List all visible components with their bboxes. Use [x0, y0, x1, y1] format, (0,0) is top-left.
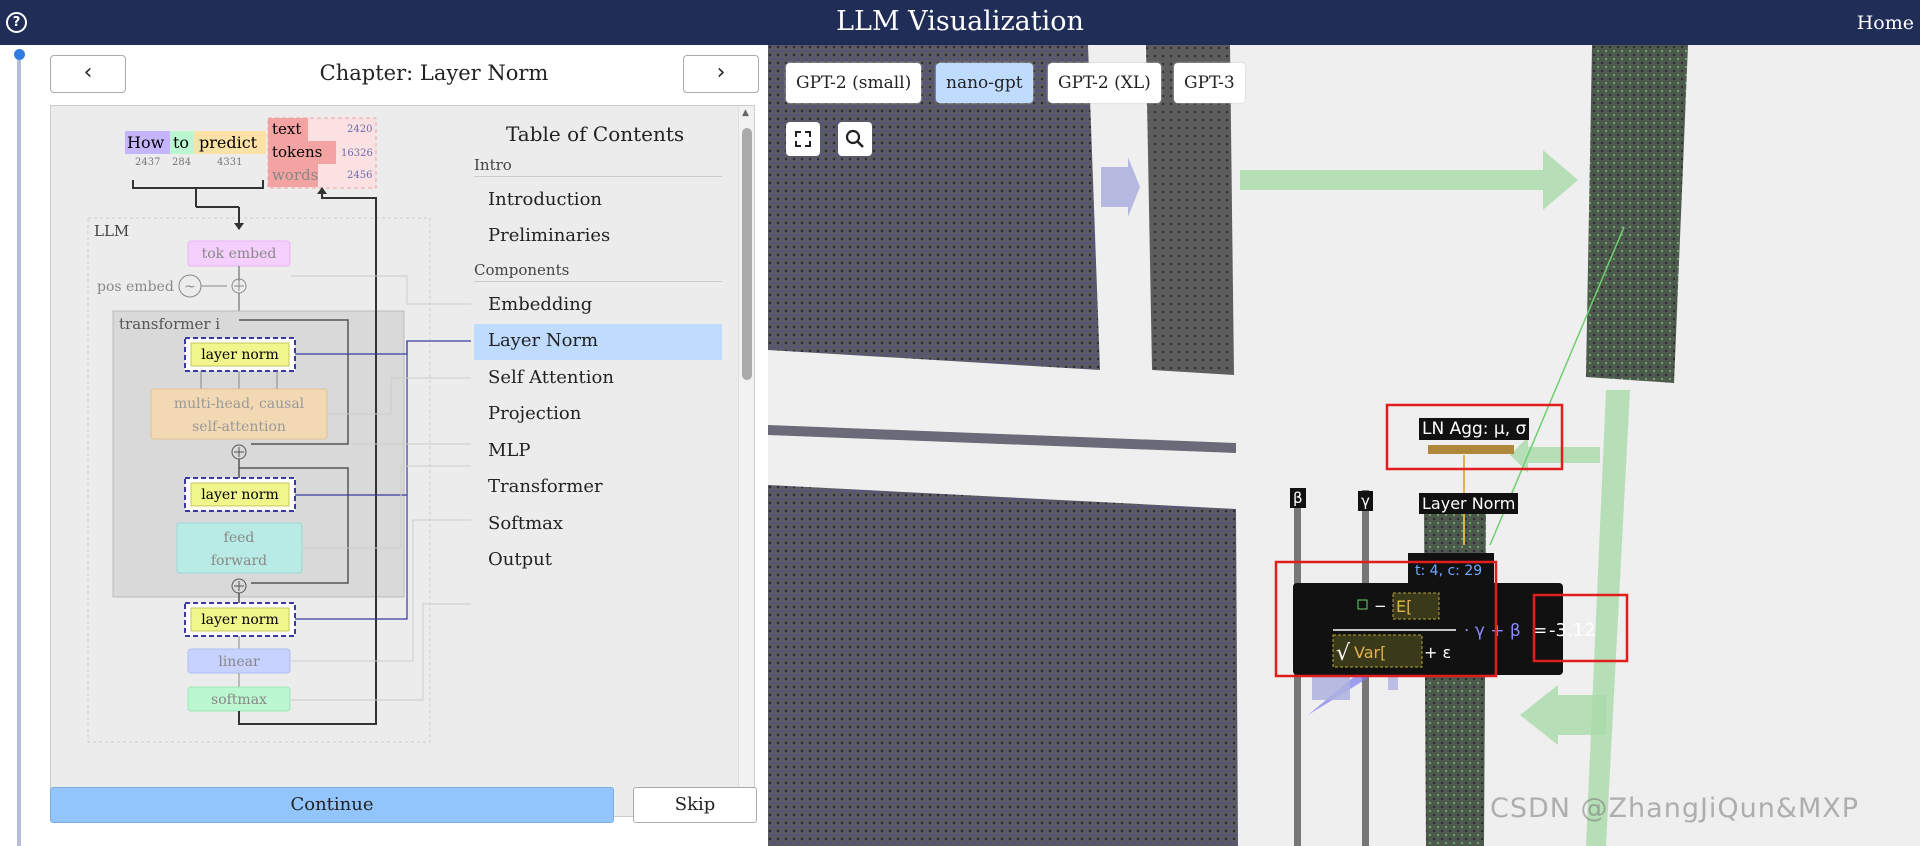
matrix-block-bottom-left[interactable] [768, 485, 1238, 846]
chapter-title: Chapter: Layer Norm [319, 61, 549, 85]
skip-button[interactable]: Skip [633, 787, 757, 823]
layer-norm-label: layer norm [201, 347, 279, 363]
tok-embed-label: tok embed [202, 246, 277, 262]
transformer-label: transformer i [119, 315, 220, 333]
beta-label: β [1290, 488, 1306, 508]
chapter-content[interactable]: How to predict 2437 284 4331 text tokens… [50, 105, 755, 817]
scene-canvas[interactable]: t: 4, c: 29 − E[ √ Var[ + ε · γ + β = -3… [768, 45, 1920, 846]
model-gpt2-xl-button[interactable]: GPT-2 (XL) [1048, 63, 1161, 103]
progress-rail[interactable] [17, 52, 21, 846]
formula-epsilon: + ε [1424, 643, 1451, 662]
token-id: 284 [172, 157, 191, 168]
llm-label: LLM [94, 222, 129, 240]
model-gpt3-button[interactable]: GPT-3 [1174, 63, 1245, 103]
token-id: 2437 [135, 157, 160, 168]
top-bar: ? LLM Visualization Home [0, 0, 1920, 45]
stat-value: 16326 [341, 148, 373, 159]
toc-item-mlp[interactable]: MLP [474, 434, 722, 470]
model-nano-gpt-button[interactable]: nano-gpt [936, 63, 1033, 103]
formula-variance: Var[ [1354, 643, 1386, 662]
toc-title: Table of Contents [506, 122, 685, 146]
feed-forward-label: feed [224, 530, 255, 546]
watermark: CSDN @ZhangJiQun&MXP [1490, 793, 1860, 824]
ln-agg-label: LN Agg: μ, σ [1419, 418, 1530, 440]
formula-result: -3.12 [1549, 620, 1596, 641]
toc-item-projection[interactable]: Projection [474, 397, 722, 433]
search-icon [845, 129, 864, 148]
toc-item-output[interactable]: Output [474, 543, 722, 579]
toc-item-preliminaries[interactable]: Preliminaries [474, 219, 722, 255]
stat-label: tokens [272, 143, 322, 161]
model-3d-viewport[interactable]: t: 4, c: 29 − E[ √ Var[ + ε · γ + β = -3… [768, 45, 1920, 846]
matrix-column-right[interactable] [1586, 45, 1688, 383]
layer-norm-3d-label: Layer Norm [1419, 493, 1519, 514]
formula-mean: E[ [1396, 597, 1412, 616]
stat-label: text [272, 120, 301, 138]
svg-text:~: ~ [184, 279, 196, 295]
toc-section-intro: Intro [474, 156, 722, 177]
token-id: 4331 [217, 157, 242, 168]
attention-label: self-attention [192, 419, 286, 435]
layer-norm-label: layer norm [201, 487, 279, 503]
toc-item-self-attention[interactable]: Self Attention [474, 361, 722, 397]
toc-item-softmax[interactable]: Softmax [474, 507, 722, 543]
next-chapter-button[interactable]: › [683, 55, 759, 93]
model-gpt2-small-button[interactable]: GPT-2 (small) [786, 63, 922, 103]
stat-value: 2456 [347, 170, 372, 181]
token-word: to [173, 133, 189, 152]
scroll-thumb[interactable] [742, 128, 752, 380]
llm-architecture-diagram: How to predict 2437 284 4331 text tokens… [87, 117, 471, 743]
gamma-label: γ [1358, 491, 1373, 511]
continue-button[interactable]: Continue [50, 787, 614, 823]
feed-forward-label: forward [211, 553, 267, 569]
attention-label: multi-head, causal [174, 396, 305, 412]
formula-gamma-beta: · γ + β [1464, 621, 1521, 641]
flow-arrow-icon [1240, 150, 1578, 210]
toc-item-introduction[interactable]: Introduction [474, 183, 722, 219]
formula-coordinate: t: 4, c: 29 [1415, 563, 1482, 579]
token-word: predict [199, 133, 258, 152]
expand-icon [795, 131, 811, 147]
progress-marker[interactable] [14, 49, 25, 60]
toc-section-components: Components [474, 261, 722, 282]
svg-text:√: √ [1336, 641, 1351, 666]
pos-embed-label: pos embed [97, 279, 174, 295]
softmax-label: softmax [211, 692, 267, 708]
search-button[interactable] [838, 122, 872, 156]
svg-text:−: − [1374, 597, 1387, 615]
toc-item-layer-norm[interactable]: Layer Norm [474, 324, 722, 360]
toc-item-transformer[interactable]: Transformer [474, 470, 722, 506]
toc-item-embedding[interactable]: Embedding [474, 288, 722, 324]
layer-norm-label: layer norm [201, 612, 279, 628]
fullscreen-button[interactable] [786, 122, 820, 156]
chapter-panel: ‹ Chapter: Layer Norm › How to predict 2… [34, 45, 768, 846]
token-brace [132, 180, 264, 189]
content-scrollbar[interactable]: ▲ ▼ [738, 106, 754, 816]
flow-arrow-icon [1510, 437, 1600, 473]
stat-label: words [272, 166, 318, 184]
stat-value: 2420 [347, 124, 372, 135]
scroll-up-icon[interactable]: ▲ [742, 108, 749, 118]
token-word: How [127, 133, 165, 152]
home-link[interactable]: Home [1857, 12, 1914, 34]
previous-chapter-button[interactable]: ‹ [50, 55, 126, 93]
ln-agg-cells [1428, 445, 1514, 454]
app-title: LLM Visualization [836, 6, 1084, 37]
flow-arrow-icon [1101, 157, 1140, 217]
linear-label: linear [218, 654, 260, 670]
matrix-thin-row[interactable] [768, 425, 1236, 453]
